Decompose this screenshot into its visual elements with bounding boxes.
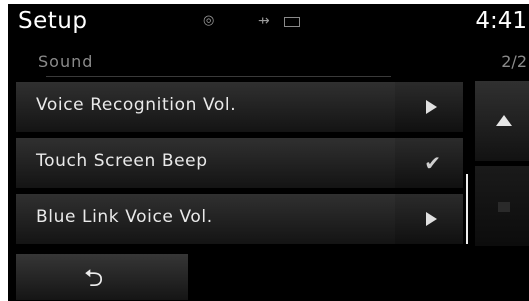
arrow-down-icon (498, 202, 510, 212)
section-title: Sound (38, 52, 94, 71)
setup-screen: Setup ◎ ⇸ 4:41 Sound 2/2 Voice Recogniti… (8, 4, 529, 301)
chevron-right-icon (426, 100, 437, 114)
menu-item-blue-link-voice-vol[interactable]: Blue Link Voice Vol. (16, 194, 463, 244)
usb-icon: ⇸ (258, 13, 270, 29)
menu-item-label: Touch Screen Beep (36, 151, 208, 171)
bluetooth-icon: ◎ (203, 13, 215, 28)
back-button[interactable]: ⮌ (16, 254, 188, 300)
accessory (395, 194, 463, 244)
menu-item-touch-screen-beep[interactable]: Touch Screen Beep ✔ (16, 138, 463, 188)
check-icon: ✔ (424, 151, 441, 175)
page-title: Setup (18, 8, 88, 34)
arrow-up-icon (496, 115, 512, 126)
menu-item-voice-recognition-vol[interactable]: Voice Recognition Vol. (16, 82, 463, 132)
scroll-down-button[interactable] (475, 166, 529, 246)
chevron-right-icon (426, 212, 437, 226)
status-bar: Setup ◎ ⇸ 4:41 (8, 4, 529, 39)
accessory: ✔ (395, 138, 463, 188)
scroll-up-button[interactable] (475, 81, 529, 161)
back-arrow-icon: ⮌ (84, 264, 104, 292)
scrollbar[interactable] (466, 174, 468, 244)
page-indicator: 2/2 (501, 52, 527, 71)
accessory (395, 82, 463, 132)
battery-icon (284, 17, 300, 27)
menu-item-label: Blue Link Voice Vol. (36, 207, 213, 227)
divider (46, 76, 391, 77)
clock: 4:41 (475, 8, 527, 34)
menu-item-label: Voice Recognition Vol. (36, 95, 237, 115)
section-header: Sound 2/2 (8, 48, 529, 76)
